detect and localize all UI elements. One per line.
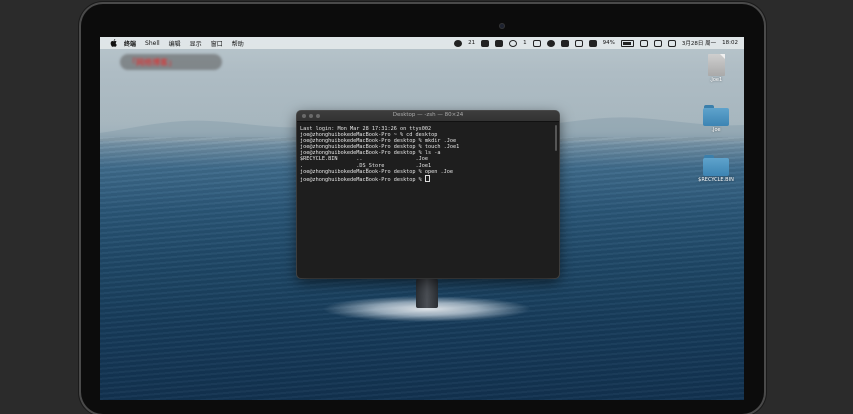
menu-bar: 终端 Shell 编辑 显示 窗口 帮助 21 1 94% 3月28日 周一 1… [100,37,744,49]
menu-shell[interactable]: Shell [145,40,160,47]
terminal-title: Desktop — -zsh — 80×24 [392,112,464,118]
folder-icon [703,105,729,126]
wifi-icon[interactable] [639,39,648,47]
status-app6-icon[interactable] [574,39,583,47]
battery-icon[interactable] [620,39,634,47]
desktop-folder-recycle-bin[interactable]: $RECYCLE.BIN [696,155,736,183]
desktop-icon-label: .Joe [711,127,721,133]
folder-icon [703,155,729,176]
status-app2-icon[interactable] [495,39,504,47]
status-app-icon[interactable] [481,39,490,47]
menubar-time[interactable]: 18:02 [722,40,738,46]
menu-view[interactable]: 显示 [190,39,202,48]
blurred-watermark: 「网络博客」 [120,54,222,70]
photos-icon[interactable] [588,39,597,47]
desktop-icon-label: .Joe1 [709,77,723,83]
watermark-text: 「网络博客」 [128,58,176,67]
text-cursor [424,174,430,182]
apple-menu-icon[interactable] [110,39,117,47]
menu-edit[interactable]: 编辑 [169,39,181,48]
search-icon[interactable] [653,39,662,47]
menubar-date[interactable]: 3月28日 周一 [682,39,716,47]
status-app3-icon[interactable] [532,39,541,47]
status-app5-icon[interactable] [560,39,569,47]
control-center-icon[interactable] [667,39,676,47]
menu-app-name[interactable]: 终端 [124,39,136,48]
terminal-prompt-line[interactable]: joe@zhonghuibokedeMacBook-Pro desktop % [300,174,556,183]
desktop-screen: 终端 Shell 编辑 显示 窗口 帮助 21 1 94% 3月28日 周一 1… [100,37,744,400]
status-circle-icon[interactable] [509,39,518,47]
terminal-scrollbar[interactable] [555,125,557,151]
status-count-b: 1 [523,40,527,46]
desktop-icon-label: $RECYCLE.BIN [698,177,734,183]
terminal-prompt: joe@zhonghuibokedeMacBook-Pro desktop % [300,176,425,183]
camera-dot [499,23,505,29]
terminal-output[interactable]: Last login: Mon Mar 28 17:31:26 on ttys0… [297,122,559,183]
whale-fin [416,274,438,308]
battery-fill [622,41,632,45]
file-icon [707,54,725,76]
terminal-window[interactable]: Desktop — -zsh — 80×24 Last login: Mon M… [297,111,559,278]
terminal-title-bar[interactable]: Desktop — -zsh — 80×24 [297,111,559,122]
menu-window[interactable]: 窗口 [211,39,223,48]
battery-percent: 94% [602,40,615,46]
menu-help[interactable]: 帮助 [232,39,244,48]
wechat-count: 21 [468,40,476,46]
desktop-file-joe1[interactable]: .Joe1 [696,54,736,83]
status-app4-icon[interactable] [546,39,555,47]
wechat-icon[interactable] [454,39,463,47]
desktop-folder-joe[interactable]: .Joe [696,105,736,133]
